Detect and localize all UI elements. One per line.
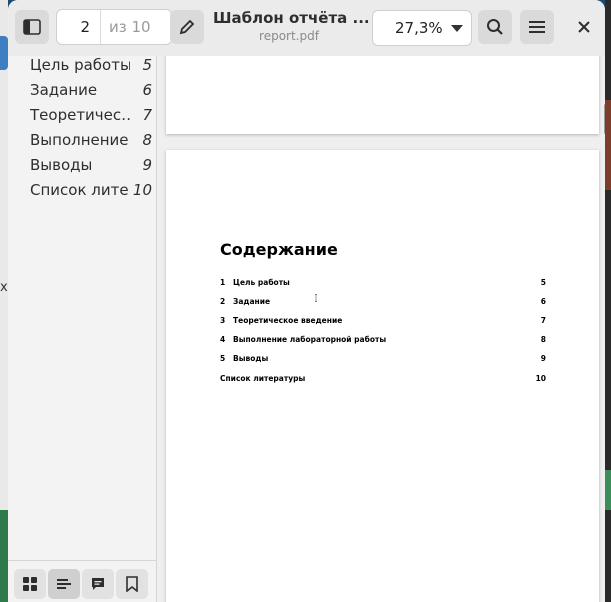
outline-tab[interactable]: [48, 569, 80, 599]
toc-row-number: 4: [220, 335, 226, 344]
toc-row-page: 7: [540, 316, 546, 325]
close-icon: [578, 21, 590, 33]
toc-row-label: Теоретическое введение: [233, 316, 343, 325]
toc-row-page: 8: [540, 335, 546, 344]
toc-row[interactable]: 2 Задание 6: [220, 297, 546, 309]
toc-row[interactable]: Список литературы 10: [220, 374, 546, 386]
outline-item-label: Список лите…: [30, 181, 130, 199]
zoom-dropdown[interactable]: 27,3%: [372, 10, 472, 46]
scrollbar-thumb[interactable]: [604, 104, 605, 134]
chevron-down-icon: [450, 24, 463, 32]
outline-item-page: 5: [142, 56, 152, 74]
outline-item[interactable]: Выводы 9: [8, 156, 156, 181]
toc-row-page: 5: [540, 278, 546, 287]
desktop-window-edge: [605, 100, 611, 190]
bookmark-icon: [126, 576, 138, 592]
outline-item-page: 8: [142, 131, 152, 149]
toc-row-number: 3: [220, 316, 226, 325]
toc-heading: Содержание: [220, 240, 338, 259]
page-number-entry[interactable]: 2 из 10: [56, 9, 172, 45]
desktop-window-edge: [0, 36, 8, 70]
thumbnails-tab[interactable]: [14, 569, 46, 599]
outline-item[interactable]: Теоретичес… 7: [8, 106, 156, 131]
toc-row-number: 1: [220, 278, 226, 287]
document-filename: report.pdf: [259, 29, 319, 43]
document-page: Содержание 1 Цель работы 5 2 Задание 6 3…: [166, 150, 599, 602]
text-cursor-icon: [315, 294, 317, 302]
desktop-background-right: [605, 0, 611, 602]
document-page: [166, 56, 599, 134]
pencil-icon: [179, 19, 195, 35]
zoom-value: 27,3%: [395, 19, 443, 37]
outline-item-label: Цель работы: [30, 56, 130, 74]
page-count-label: из 10: [109, 18, 151, 36]
page-number-input[interactable]: 2: [57, 10, 101, 44]
toc-row-number: 5: [220, 354, 226, 363]
toc-row-page: 9: [540, 354, 546, 363]
main-menu-button[interactable]: [520, 10, 554, 44]
toc-row[interactable]: 4 Выполнение лабораторной работы 8: [220, 335, 546, 347]
toc-row-label: Задание: [233, 297, 271, 306]
toc-row[interactable]: 3 Теоретическое введение 7: [220, 316, 546, 328]
toc-row-label: Выполнение лабораторной работы: [233, 335, 387, 344]
annotate-button[interactable]: [170, 10, 204, 44]
outline-item[interactable]: Выполнение… 8: [8, 131, 156, 156]
header-bar: 2 из 10 Шаблон отчёта ... report.pdf 27,…: [8, 0, 605, 57]
outline-item[interactable]: Задание 6: [8, 81, 156, 106]
outline-item-page: 6: [142, 81, 152, 99]
outline-item-label: Теоретичес…: [30, 106, 130, 124]
toc-row[interactable]: 5 Выводы 9: [220, 354, 546, 366]
toc-row-page: 6: [540, 297, 546, 306]
document-title-text: Шаблон отчёта ...: [213, 9, 370, 27]
desktop-glyph: x: [0, 280, 8, 295]
search-icon: [487, 19, 503, 35]
sidebar-toggle-button[interactable]: [15, 10, 49, 44]
sidebar-panel: Цель работы 5 Задание 6 Теоретичес… 7 Вы…: [8, 56, 157, 602]
toc-row[interactable]: 1 Цель работы 5: [220, 278, 546, 290]
sidebar-view-switcher: [8, 560, 156, 602]
outline-item[interactable]: Список лите… 10: [8, 181, 156, 206]
desktop-window-edge: [0, 510, 8, 602]
desktop-window-edge: [605, 470, 611, 510]
bookmarks-tab[interactable]: [116, 569, 148, 599]
close-button[interactable]: [568, 10, 600, 44]
search-button[interactable]: [478, 10, 512, 44]
annotations-tab[interactable]: [82, 569, 114, 599]
sidebar-toggle-icon: [23, 19, 41, 35]
outline-item-page: 10: [132, 181, 152, 199]
outline-item-label: Выводы: [30, 156, 93, 174]
document-title: Шаблон отчёта ... report.pdf: [213, 9, 370, 43]
outline-item[interactable]: Цель работы 5: [8, 56, 156, 81]
toc-row-page: 10: [535, 374, 546, 383]
outline-item-page: 7: [142, 106, 152, 124]
toc-row-label: Цель работы: [233, 278, 290, 287]
toc-row-label: Выводы: [233, 354, 269, 363]
toc-row-number: 2: [220, 297, 226, 306]
desktop-background-left: x: [0, 0, 8, 602]
outline-icon: [57, 579, 71, 589]
document-viewer-window: 2 из 10 Шаблон отчёта ... report.pdf 27,…: [8, 0, 605, 602]
grid-icon: [23, 577, 37, 591]
outline-item-page: 9: [142, 156, 152, 174]
comment-icon: [92, 578, 104, 590]
document-view[interactable]: Содержание 1 Цель работы 5 2 Задание 6 3…: [157, 56, 605, 602]
toc-row-label: Список литературы: [220, 374, 306, 383]
hamburger-menu-icon: [529, 21, 545, 33]
outline-item-label: Выполнение…: [30, 131, 130, 149]
outline-item-label: Задание: [30, 81, 98, 99]
